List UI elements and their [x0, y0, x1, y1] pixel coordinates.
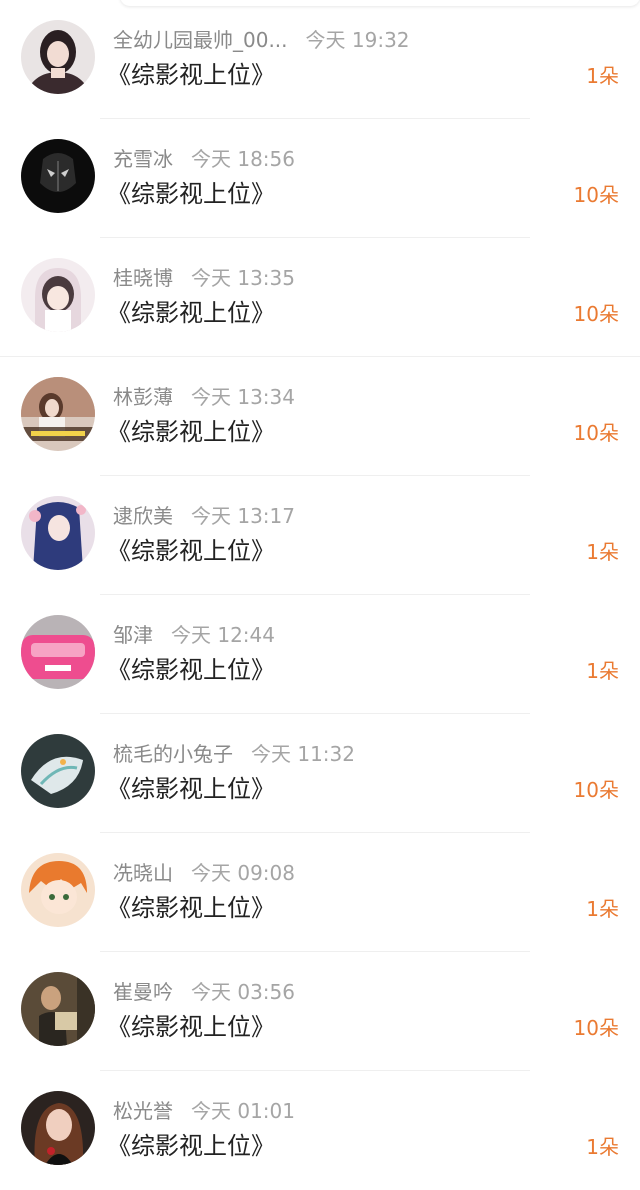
avatar-dark-mask[interactable] — [21, 139, 95, 213]
username[interactable]: 充雪冰 — [113, 147, 173, 171]
gift-row[interactable]: 邹津 今天 12:44 《综影视上位》 1朵 — [0, 595, 640, 714]
gift-amount: 1朵 — [586, 659, 619, 683]
gift-row[interactable]: 桂晓博 今天 13:35 《综影视上位》 10朵 — [0, 238, 640, 357]
username[interactable]: 林彭薄 — [113, 385, 173, 409]
username[interactable]: 邹津 — [113, 623, 153, 647]
gift-amount: 1朵 — [586, 1135, 619, 1159]
gift-meta: 松光誉 今天 01:01 — [113, 1098, 295, 1124]
gift-meta: 林彭薄 今天 13:34 — [113, 384, 295, 410]
avatar-anime-blue-hair[interactable] — [21, 496, 95, 570]
gift-row[interactable]: 松光誉 今天 01:01 《综影视上位》 1朵 — [0, 1071, 640, 1190]
book-title[interactable]: 《综影视上位》 — [107, 1011, 275, 1043]
avatar-man-reading[interactable] — [21, 972, 95, 1046]
gift-row[interactable]: 林彭薄 今天 13:34 《综影视上位》 10朵 — [0, 357, 640, 476]
username[interactable]: 松光誉 — [113, 1099, 173, 1123]
gift-amount: 10朵 — [573, 183, 619, 207]
gift-amount: 10朵 — [573, 302, 619, 326]
gift-amount: 10朵 — [573, 421, 619, 445]
gift-meta: 邹津 今天 12:44 — [113, 622, 275, 648]
timestamp: 今天 09:08 — [191, 861, 295, 885]
book-title[interactable]: 《综影视上位》 — [107, 892, 275, 924]
gift-row[interactable]: 充雪冰 今天 18:56 《综影视上位》 10朵 — [0, 119, 640, 238]
gift-amount: 1朵 — [586, 64, 619, 88]
book-title[interactable]: 《综影视上位》 — [107, 416, 275, 448]
gift-meta: 桂晓博 今天 13:35 — [113, 265, 295, 291]
timestamp: 今天 03:56 — [191, 980, 295, 1004]
timestamp: 今天 13:35 — [191, 266, 295, 290]
avatar-girl-dark-hair[interactable] — [21, 20, 95, 94]
book-title[interactable]: 《综影视上位》 — [107, 59, 275, 91]
timestamp: 今天 18:56 — [191, 147, 295, 171]
username[interactable]: 梳毛的小兔子 — [113, 742, 233, 766]
gift-meta: 全幼儿园最帅_00... 今天 19:32 — [113, 27, 410, 53]
gift-row[interactable]: 逮欣美 今天 13:17 《综影视上位》 1朵 — [0, 476, 640, 595]
avatar-girl-portrait[interactable] — [21, 1091, 95, 1165]
timestamp: 今天 13:34 — [191, 385, 295, 409]
book-title[interactable]: 《综影视上位》 — [107, 178, 275, 210]
timestamp: 今天 19:32 — [305, 28, 410, 52]
username[interactable]: 桂晓博 — [113, 266, 173, 290]
avatar-pink-car[interactable] — [21, 615, 95, 689]
avatar-anime-orange-hair[interactable] — [21, 853, 95, 927]
timestamp: 今天 13:17 — [191, 504, 295, 528]
book-title[interactable]: 《综影视上位》 — [107, 1130, 275, 1162]
gift-amount: 1朵 — [586, 540, 619, 564]
avatar-girl-with-caption[interactable] — [21, 377, 95, 451]
book-title[interactable]: 《综影视上位》 — [107, 535, 275, 567]
avatar-white-cat-art[interactable] — [21, 734, 95, 808]
username[interactable]: 崔曼吟 — [113, 980, 173, 1004]
timestamp: 今天 01:01 — [191, 1099, 295, 1123]
book-title[interactable]: 《综影视上位》 — [107, 297, 275, 329]
gift-row[interactable]: 全幼儿园最帅_00... 今天 19:32 《综影视上位》 1朵 — [0, 0, 640, 119]
gift-row[interactable]: 冼晓山 今天 09:08 《综影视上位》 1朵 — [0, 833, 640, 952]
timestamp: 今天 11:32 — [251, 742, 355, 766]
username[interactable]: 全幼儿园最帅_00... — [113, 28, 288, 52]
gift-amount: 10朵 — [573, 1016, 619, 1040]
avatar-anime-girl-hood[interactable] — [21, 258, 95, 332]
book-title[interactable]: 《综影视上位》 — [107, 773, 275, 805]
gift-meta: 充雪冰 今天 18:56 — [113, 146, 295, 172]
gift-meta: 崔曼吟 今天 03:56 — [113, 979, 295, 1005]
gift-meta: 梳毛的小兔子 今天 11:32 — [113, 741, 355, 767]
gift-amount: 10朵 — [573, 778, 619, 802]
gift-row[interactable]: 梳毛的小兔子 今天 11:32 《综影视上位》 10朵 — [0, 714, 640, 833]
username[interactable]: 逮欣美 — [113, 504, 173, 528]
book-title[interactable]: 《综影视上位》 — [107, 654, 275, 686]
gift-meta: 逮欣美 今天 13:17 — [113, 503, 295, 529]
username[interactable]: 冼晓山 — [113, 861, 173, 885]
gift-meta: 冼晓山 今天 09:08 — [113, 860, 295, 886]
gift-row[interactable]: 崔曼吟 今天 03:56 《综影视上位》 10朵 — [0, 952, 640, 1071]
timestamp: 今天 12:44 — [171, 623, 275, 647]
gift-amount: 1朵 — [586, 897, 619, 921]
